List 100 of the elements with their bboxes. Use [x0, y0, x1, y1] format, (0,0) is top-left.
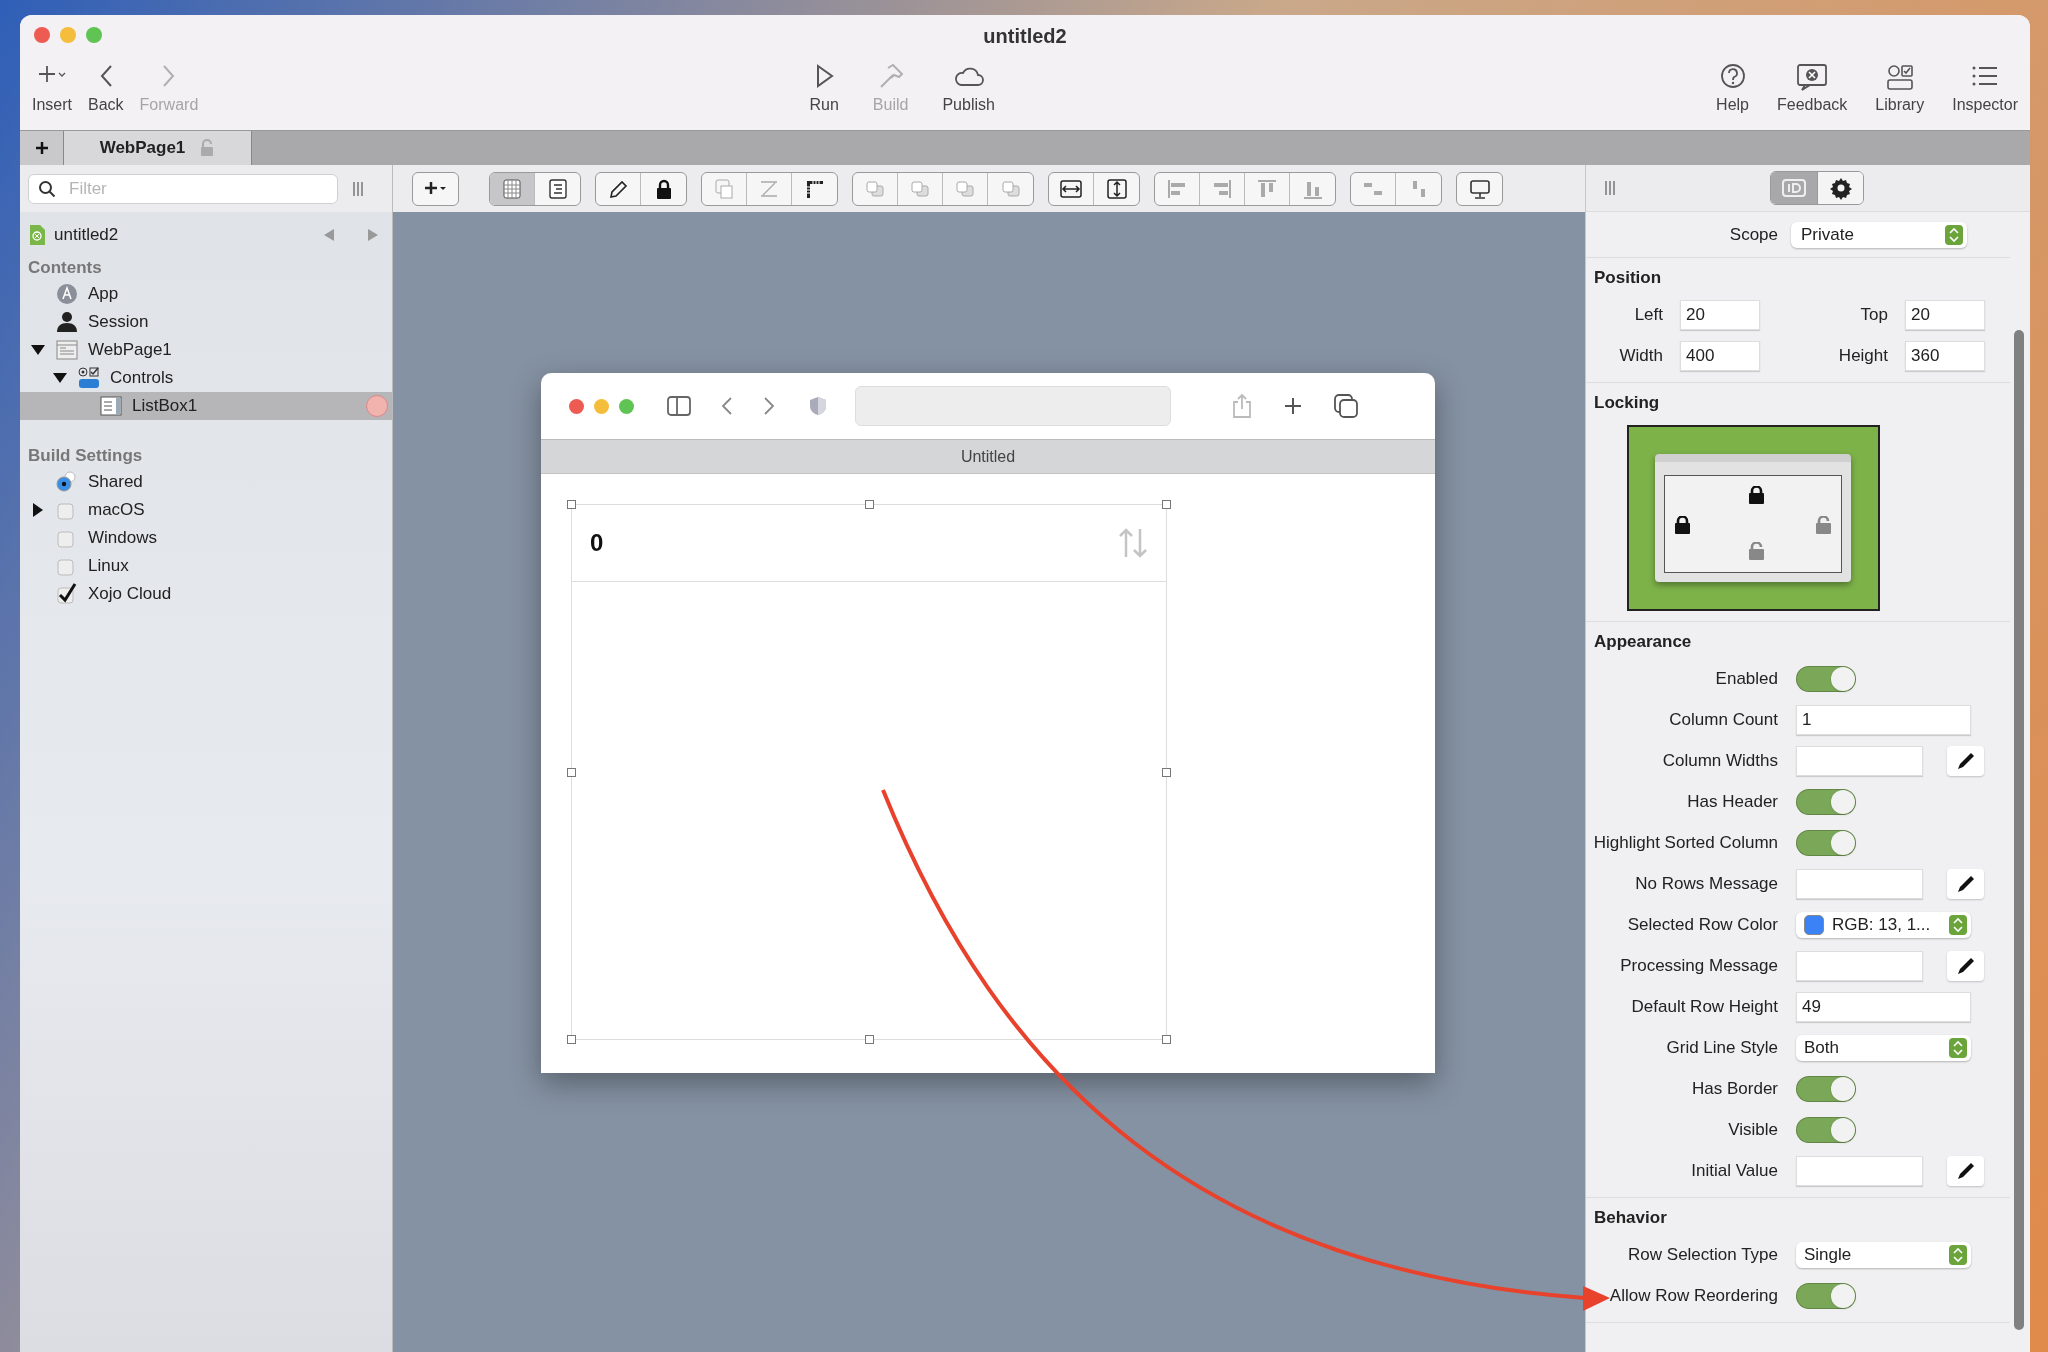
build-target-label: macOS — [88, 499, 145, 522]
cloud-button[interactable]: Publish — [936, 55, 1001, 113]
dropdown[interactable]: Single — [1796, 1241, 1971, 1268]
text-field[interactable] — [1796, 745, 1923, 776]
locking-diagram[interactable] — [1626, 425, 1880, 611]
search-icon — [38, 179, 56, 198]
grid-button[interactable] — [490, 172, 535, 205]
text-field[interactable] — [1796, 1155, 1923, 1186]
resize-handle[interactable] — [1162, 1035, 1171, 1044]
text-field[interactable] — [1796, 950, 1923, 981]
lock-icon[interactable] — [1675, 516, 1690, 534]
help-button[interactable]: Help — [1710, 55, 1755, 113]
resize-handle[interactable] — [865, 500, 874, 509]
column-header[interactable]: 0 — [590, 525, 604, 561]
pencil-icon — [1955, 750, 1976, 771]
lock-icon[interactable] — [1749, 486, 1764, 504]
plus-icon[interactable] — [1283, 396, 1303, 416]
sidebar-item[interactable]: Controls — [20, 364, 392, 392]
property-label: Column Widths — [1661, 749, 1778, 772]
controls-icon — [78, 367, 100, 389]
next-icon[interactable] — [366, 227, 380, 243]
section-header: Contents — [27, 256, 103, 279]
splitter-handle-icon[interactable] — [1604, 180, 1616, 196]
property-label: Allow Row Reordering — [1608, 1284, 1778, 1307]
toggle-switch[interactable] — [1796, 788, 1856, 815]
toggle-switch[interactable] — [1796, 1116, 1856, 1143]
page-title: Untitled — [960, 446, 1016, 467]
number-field[interactable]: 400 — [1680, 340, 1760, 371]
sidebar-item[interactable]: Session — [20, 308, 392, 336]
zoom-button[interactable] — [86, 27, 102, 43]
align-top-icon — [1255, 177, 1279, 200]
splitter-handle-icon[interactable] — [352, 180, 364, 197]
toggle-switch[interactable] — [1796, 1282, 1856, 1309]
property-label: Column Count — [1668, 708, 1778, 731]
tabs-overview-icon[interactable] — [1333, 393, 1359, 419]
back-button[interactable]: Back — [82, 55, 130, 113]
sidebar-item[interactable]: ListBox1 — [20, 392, 392, 420]
plus-icon — [34, 141, 49, 155]
section-header: Behavior — [1593, 1206, 1668, 1229]
color-picker[interactable]: RGB: 13, 1... — [1796, 911, 1971, 938]
resize-handle[interactable] — [1162, 500, 1171, 509]
id-card-icon — [1781, 176, 1807, 200]
number-field[interactable]: 360 — [1905, 340, 1985, 371]
text-field[interactable]: 1 — [1796, 704, 1971, 735]
radio-button[interactable] — [56, 471, 78, 493]
sidebar-icon[interactable] — [667, 396, 691, 416]
edit-button[interactable] — [1947, 950, 1984, 981]
number-field[interactable]: 20 — [1905, 299, 1985, 330]
add-tab-button[interactable] — [20, 131, 64, 165]
resize-handle[interactable] — [1162, 768, 1171, 777]
resize-handle[interactable] — [567, 1035, 576, 1044]
close-button[interactable] — [569, 398, 584, 414]
toggle-switch[interactable] — [1796, 829, 1856, 856]
edit-button[interactable] — [1947, 868, 1984, 899]
edit-button[interactable] — [1947, 745, 1984, 776]
text-field[interactable] — [1796, 868, 1923, 899]
scrollbar-thumb[interactable] — [2014, 330, 2024, 1330]
stepper-icon — [1949, 1037, 1967, 1058]
previous-icon[interactable] — [322, 227, 336, 243]
checkbox[interactable] — [56, 583, 78, 605]
zoom-button[interactable] — [619, 398, 634, 414]
filter-field[interactable]: Filter — [28, 173, 338, 204]
scope-dropdown[interactable]: Private — [1791, 221, 1967, 248]
pencil-icon — [1955, 1160, 1976, 1181]
toggle-switch[interactable] — [1796, 1075, 1856, 1102]
dropdown[interactable]: Both — [1796, 1034, 1971, 1061]
property-label: Height — [1837, 344, 1888, 367]
feedback-icon — [1795, 63, 1830, 91]
feedback-button[interactable]: Feedback — [1771, 55, 1854, 113]
build-target-label: Linux — [88, 555, 129, 578]
share-icon[interactable] — [1231, 393, 1253, 419]
unlocked-lock-icon[interactable] — [1816, 516, 1831, 534]
resize-handle[interactable] — [865, 1035, 874, 1044]
order-icon — [712, 177, 736, 200]
controls-button[interactable]: Library — [1869, 55, 1931, 113]
property-label: Row Selection Type — [1627, 1243, 1778, 1266]
sidebar-item[interactable]: App — [20, 280, 392, 308]
person-icon — [56, 311, 78, 333]
edit-button[interactable] — [1947, 1155, 1984, 1186]
plus-button[interactable]: Insert — [26, 55, 78, 113]
monitor-button[interactable] — [1456, 171, 1503, 206]
list-button[interactable]: Inspector — [1946, 55, 2024, 113]
play-button[interactable]: Run — [803, 55, 845, 113]
forward-icon[interactable] — [763, 396, 775, 416]
shield-icon[interactable] — [809, 396, 827, 416]
add-menu-button[interactable] — [412, 171, 459, 206]
window-title: untitled2 — [983, 24, 1067, 49]
text-field[interactable]: 49 — [1796, 991, 1971, 1022]
number-field[interactable]: 20 — [1680, 299, 1760, 330]
close-button[interactable] — [34, 27, 50, 43]
document-tab[interactable]: WebPage1 — [64, 131, 252, 165]
property-label: Default Row Height — [1630, 995, 1778, 1018]
sidebar-item[interactable]: WebPage1 — [20, 336, 392, 364]
resize-handle[interactable] — [567, 500, 576, 509]
webpage-icon — [56, 339, 78, 361]
back-icon[interactable] — [721, 396, 733, 416]
unlocked-lock-icon[interactable] — [1749, 542, 1764, 560]
resize-handle[interactable] — [567, 768, 576, 777]
settings-tab[interactable] — [1817, 172, 1863, 204]
toggle-switch[interactable] — [1796, 665, 1856, 692]
